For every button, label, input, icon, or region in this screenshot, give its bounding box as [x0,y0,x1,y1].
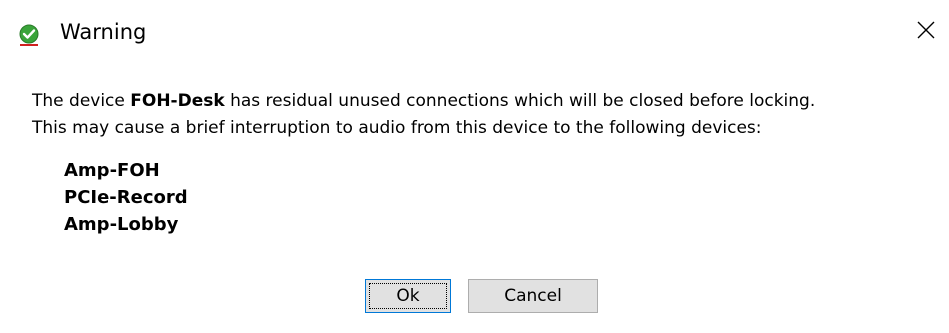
checkmark-shield-icon [18,24,40,46]
cancel-button-label: Cancel [504,286,562,306]
dialog-title: Warning [60,20,147,44]
ok-button-label: Ok [396,286,420,306]
cancel-button[interactable]: Cancel [468,279,598,313]
warning-dialog: Warning The device FOH-Desk has residual… [0,0,949,333]
message-suffix: has residual unused connections which wi… [224,91,816,111]
ok-button[interactable]: Ok [365,279,451,313]
message-line-1: The device FOH-Desk has residual unused … [32,88,932,115]
list-item: Amp-Lobby [64,214,179,235]
affected-device-list: Amp-FOH PCIe-Record Amp-Lobby [64,157,188,238]
close-button[interactable] [903,10,949,54]
message-body: The device FOH-Desk has residual unused … [32,88,932,142]
close-icon [916,20,936,44]
list-item: Amp-FOH [64,160,160,181]
title-bar: Warning [0,0,949,60]
source-device-name: FOH-Desk [130,91,225,111]
message-line-2: This may cause a brief interruption to a… [32,118,762,138]
message-prefix: The device [32,91,131,111]
list-item: PCIe-Record [64,187,188,208]
